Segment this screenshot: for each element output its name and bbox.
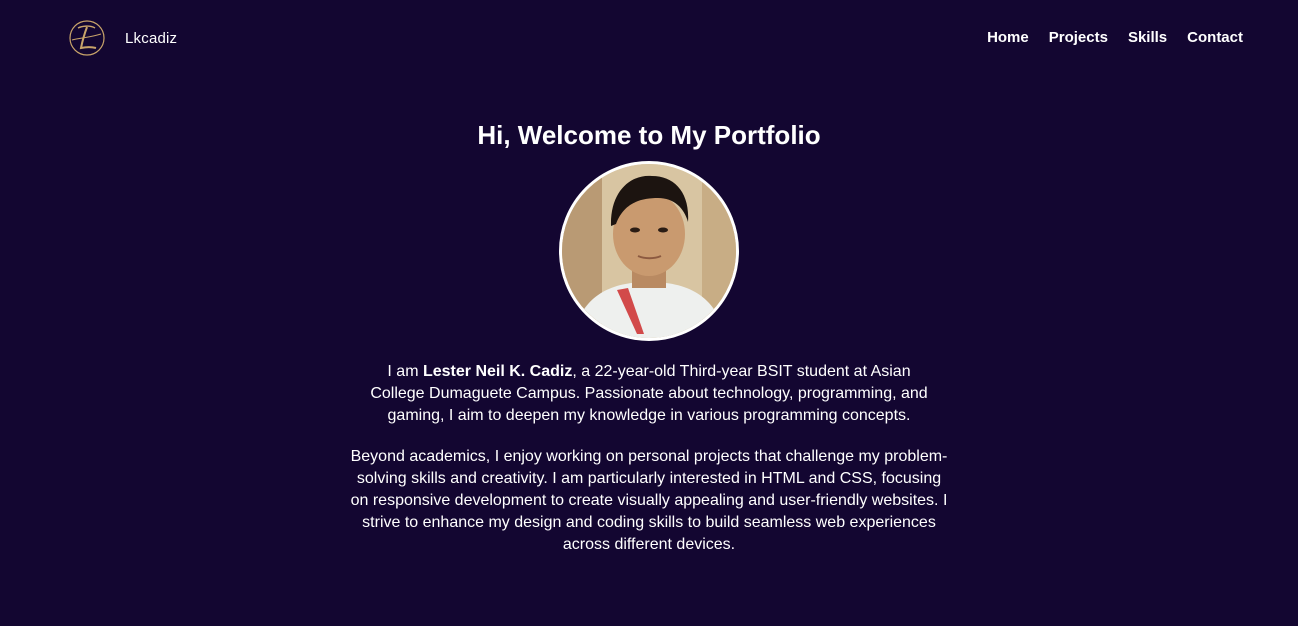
lc-monogram-icon xyxy=(69,20,105,56)
hero-section: Hi, Welcome to My Portfolio I am Lester … xyxy=(0,116,1298,556)
profile-photo xyxy=(559,161,739,341)
nav-projects-link[interactable]: Projects xyxy=(1049,29,1108,46)
bio-paragraph-interests: Beyond academics, I enjoy working on per… xyxy=(350,448,948,553)
brand-name: Lkcadiz xyxy=(125,29,178,47)
nav-menu: Home Projects Skills Contact xyxy=(987,29,1243,46)
full-name: Lester Neil K. Cadiz xyxy=(422,363,573,380)
navbar: Lkcadiz Home Projects Skills Contact xyxy=(0,0,1298,78)
brand[interactable]: Lkcadiz xyxy=(68,20,177,56)
nav-contact-link[interactable]: Contact xyxy=(1187,29,1243,46)
nav-skills-link[interactable]: Skills xyxy=(1128,29,1167,46)
nav-home-link[interactable]: Home xyxy=(987,29,1029,46)
page-title: Hi, Welcome to My Portfolio xyxy=(477,120,821,150)
bio-paragraph-intro: I am Lester Neil K. Cadiz, a 22-year-old… xyxy=(359,361,939,427)
bio-prefix: I am xyxy=(387,363,423,380)
